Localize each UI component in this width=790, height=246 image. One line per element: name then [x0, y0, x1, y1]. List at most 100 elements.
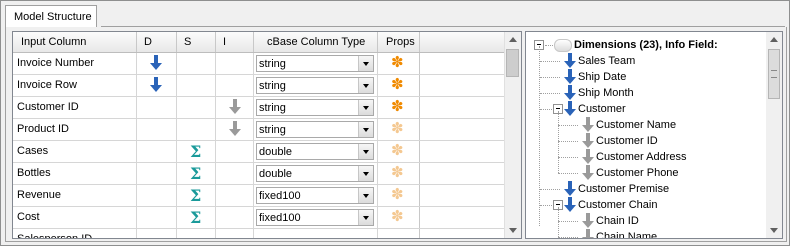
tree-connector [558, 141, 578, 142]
dimension-cell[interactable] [137, 207, 177, 228]
scroll-thumb[interactable] [506, 49, 519, 77]
props-cell[interactable]: ✽ [378, 53, 420, 74]
props-gear-icon[interactable]: ✽ [391, 209, 404, 225]
tree-scroll-down-button[interactable] [766, 222, 782, 238]
sum-cell[interactable] [177, 97, 216, 118]
chevron-down-icon[interactable] [358, 56, 373, 71]
header-column-type[interactable]: cBase Column Type [254, 32, 378, 52]
props-cell[interactable]: ✽ [378, 97, 420, 118]
column-type-select[interactable]: double [256, 143, 374, 160]
tree-item[interactable]: Chain Name [526, 229, 766, 238]
dimension-cell[interactable] [137, 141, 177, 162]
chevron-down-icon[interactable] [358, 188, 373, 203]
header-s[interactable]: S [177, 32, 216, 52]
table-row[interactable]: Cases Σdouble ✽ [13, 141, 504, 163]
chevron-down-icon[interactable] [358, 122, 373, 137]
tree-vertical-scrollbar[interactable] [766, 32, 782, 238]
column-type-select[interactable]: string [256, 77, 374, 94]
header-props[interactable]: Props [378, 32, 420, 52]
info-cell[interactable] [216, 75, 254, 96]
info-cell[interactable] [216, 53, 254, 74]
grid-vertical-scrollbar[interactable] [504, 32, 521, 238]
table-row[interactable]: Cost Σfixed100 ✽ [13, 207, 504, 229]
tree-item[interactable]: Ship Month [526, 85, 766, 101]
column-type-select[interactable]: fixed100 [256, 209, 374, 226]
header-input-column[interactable]: Input Column [13, 32, 137, 52]
info-cell[interactable] [216, 119, 254, 140]
props-cell[interactable]: ✽ [378, 75, 420, 96]
props-gear-icon[interactable]: ✽ [391, 77, 404, 93]
sum-cell[interactable] [177, 229, 216, 238]
info-cell[interactable] [216, 207, 254, 228]
chevron-down-icon[interactable] [358, 166, 373, 181]
column-type-select[interactable]: string [256, 121, 374, 138]
props-gear-icon[interactable]: ✽ [391, 121, 404, 137]
info-cell[interactable] [216, 229, 254, 238]
table-row[interactable]: Product ID string ✽ [13, 119, 504, 141]
sum-cell[interactable] [177, 75, 216, 96]
dimension-cell[interactable] [137, 185, 177, 206]
props-cell[interactable]: ✽ [378, 163, 420, 184]
sum-cell[interactable]: Σ [177, 141, 216, 162]
tree-item[interactable]: Sales Team [526, 53, 766, 69]
table-row[interactable]: Invoice Number string ✽ [13, 53, 504, 75]
props-gear-icon[interactable]: ✽ [391, 187, 404, 203]
props-cell[interactable]: ✽ [378, 141, 420, 162]
sum-cell[interactable] [177, 53, 216, 74]
chevron-down-icon[interactable] [358, 210, 373, 225]
scroll-down-button[interactable] [505, 222, 521, 238]
column-type-select[interactable]: string [256, 55, 374, 72]
props-gear-icon[interactable]: ✽ [391, 165, 404, 181]
props-cell[interactable]: ✽ [378, 207, 420, 228]
dimension-cell[interactable] [137, 97, 177, 118]
dimension-cell[interactable] [137, 53, 177, 74]
sum-cell[interactable]: Σ [177, 207, 216, 228]
chevron-down-icon[interactable] [358, 78, 373, 93]
info-cell[interactable] [216, 141, 254, 162]
column-type-select[interactable]: double [256, 165, 374, 182]
sum-cell[interactable] [177, 119, 216, 140]
props-gear-icon[interactable]: ✽ [391, 99, 404, 115]
sum-cell[interactable]: Σ [177, 163, 216, 184]
table-row[interactable]: Customer ID string ✽ [13, 97, 504, 119]
column-type-select[interactable]: fixed100 [256, 187, 374, 204]
tree-item[interactable]: Customer Phone [526, 165, 766, 181]
chevron-down-icon[interactable] [358, 144, 373, 159]
column-type-value: string [259, 124, 286, 136]
tree-item[interactable]: Customer [526, 101, 766, 117]
column-type-cell: fixed100 [254, 207, 378, 228]
props-cell[interactable]: ✽ [378, 119, 420, 140]
table-row[interactable]: Salesperson ID [13, 229, 504, 238]
props-cell[interactable] [378, 229, 420, 238]
props-cell[interactable]: ✽ [378, 185, 420, 206]
column-type-select[interactable]: string [256, 99, 374, 116]
tree-scroll-thumb[interactable] [768, 49, 780, 99]
scroll-up-button[interactable] [505, 32, 521, 48]
tree-item[interactable]: Ship Date [526, 69, 766, 85]
tree-item[interactable]: Customer Name [526, 117, 766, 133]
tree-scroll-up-button[interactable] [766, 32, 782, 48]
header-i[interactable]: I [216, 32, 254, 52]
tree-item[interactable]: Customer Chain [526, 197, 766, 213]
dimension-cell[interactable] [137, 229, 177, 238]
table-row[interactable]: Revenue Σfixed100 ✽ [13, 185, 504, 207]
info-cell[interactable] [216, 163, 254, 184]
tree-item[interactable]: Customer Premise [526, 181, 766, 197]
props-gear-icon[interactable]: ✽ [391, 143, 404, 159]
tab-model-structure[interactable]: Model Structure [5, 5, 97, 27]
tree-item[interactable]: Customer ID [526, 133, 766, 149]
sum-cell[interactable]: Σ [177, 185, 216, 206]
info-cell[interactable] [216, 97, 254, 118]
tree-root[interactable]: Dimensions (23), Info Field: [530, 37, 770, 53]
tree-item[interactable]: Customer Address [526, 149, 766, 165]
dimension-cell[interactable] [137, 163, 177, 184]
header-d[interactable]: D [137, 32, 177, 52]
props-gear-icon[interactable]: ✽ [391, 55, 404, 71]
tree-item[interactable]: Chain ID [526, 213, 766, 229]
info-cell[interactable] [216, 185, 254, 206]
chevron-down-icon[interactable] [358, 100, 373, 115]
table-row[interactable]: Invoice Row string ✽ [13, 75, 504, 97]
table-row[interactable]: Bottles Σdouble ✽ [13, 163, 504, 185]
dimension-cell[interactable] [137, 75, 177, 96]
dimension-cell[interactable] [137, 119, 177, 140]
